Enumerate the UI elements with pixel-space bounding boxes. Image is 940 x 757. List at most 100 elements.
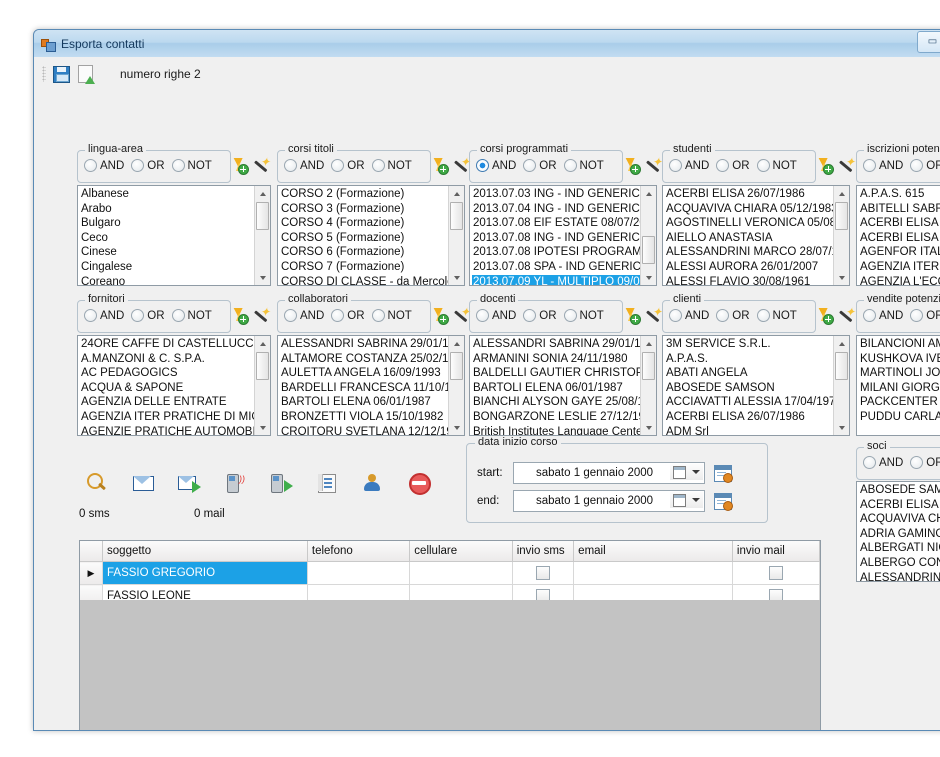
radio-and[interactable] bbox=[669, 309, 682, 322]
scrollbar-vertical[interactable] bbox=[254, 186, 270, 285]
table-row[interactable]: ▶ FASSIO GREGORIO bbox=[80, 561, 821, 585]
filter-mode-radios[interactable]: AND OR NOT bbox=[863, 456, 940, 469]
date-start-dropdown[interactable] bbox=[670, 464, 703, 480]
new-document-button[interactable] bbox=[74, 63, 96, 85]
list-item[interactable]: 2013.07.08 IPOTESI PROGRAMM bbox=[472, 245, 641, 260]
radio-or[interactable] bbox=[716, 159, 730, 172]
list-item[interactable]: BARTOLI ELENA 06/01/1987 bbox=[472, 381, 641, 396]
scroll-down-icon[interactable] bbox=[255, 270, 270, 285]
radio-not[interactable] bbox=[171, 309, 185, 322]
scrollbar-vertical[interactable] bbox=[833, 186, 849, 285]
date-end-picker[interactable]: sabato 1 gennaio 2000 bbox=[513, 490, 705, 512]
search-icon[interactable] bbox=[86, 472, 108, 494]
list-item[interactable]: Coreano bbox=[80, 275, 255, 285]
scrollbar-thumb[interactable] bbox=[256, 352, 269, 380]
list-item[interactable]: Ceco bbox=[80, 231, 255, 246]
cell-invio-sms[interactable] bbox=[512, 561, 575, 585]
list-item[interactable]: AGENFOR ITALIA 670 bbox=[859, 245, 940, 260]
list-item[interactable]: ACQUAVIVA CHIARA 0 bbox=[859, 512, 940, 527]
list-item[interactable]: CORSO 4 (Formazione) bbox=[280, 216, 449, 231]
date-start-picker[interactable]: sabato 1 gennaio 2000 bbox=[513, 462, 705, 484]
column-header-invio-sms[interactable]: invio sms bbox=[512, 541, 575, 562]
listbox-items[interactable]: 24ORE CAFFE DI CASTELLUCCI I A.MANZONI &… bbox=[78, 336, 255, 435]
date-end-dropdown[interactable] bbox=[670, 492, 703, 508]
list-item[interactable]: 2013.07.04 ING - IND GENERICO bbox=[472, 202, 641, 217]
list-item[interactable]: MILANI GIORGIA 5 09/ bbox=[859, 381, 940, 396]
list-item[interactable]: CROITORU SVETLANA 12/12/19 bbox=[280, 425, 449, 435]
deny-icon[interactable] bbox=[408, 472, 431, 495]
filter-tools-corsi-programmati[interactable]: ✦ bbox=[624, 156, 662, 175]
list-item[interactable]: 24ORE CAFFE DI CASTELLUCCI I bbox=[80, 337, 255, 352]
radio-not[interactable] bbox=[756, 159, 770, 172]
date-end-calendar-button[interactable] bbox=[714, 492, 733, 511]
wand-icon[interactable]: ✦ bbox=[254, 156, 270, 174]
filter-tools-lingua-area[interactable]: ✦ bbox=[232, 156, 270, 175]
scrollbar-vertical[interactable] bbox=[640, 186, 656, 285]
list-item[interactable]: ACERBI ELISA 26/07/1986 bbox=[665, 187, 834, 202]
checkbox-invio-mail[interactable] bbox=[768, 566, 783, 580]
list-item[interactable]: BONGARZONE LESLIE 27/12/19 bbox=[472, 410, 641, 425]
column-header-telefono[interactable]: telefono bbox=[307, 541, 411, 562]
radio-or[interactable] bbox=[910, 309, 924, 322]
list-item[interactable]: 2013.07.03 ING - IND GENERICO bbox=[472, 187, 641, 202]
list-item[interactable]: CORSO 6 (Formazione) bbox=[280, 245, 449, 260]
list-item[interactable]: 3M SERVICE S.R.L. bbox=[665, 337, 834, 352]
checkbox-invio-sms[interactable] bbox=[535, 566, 550, 580]
listbox-fornitori[interactable]: 24ORE CAFFE DI CASTELLUCCI I A.MANZONI &… bbox=[77, 335, 271, 436]
filter-mode-radios[interactable]: AND OR NOT bbox=[84, 159, 216, 172]
radio-not[interactable] bbox=[563, 309, 577, 322]
list-item[interactable]: AGENZIA DELLE ENTRATE bbox=[80, 395, 255, 410]
list-item[interactable]: British Institutes Language Center bbox=[472, 425, 641, 435]
radio-not[interactable] bbox=[371, 159, 385, 172]
filter-mode-radios[interactable]: AND OR NOT bbox=[476, 309, 608, 322]
list-item[interactable]: A.P.A.S. bbox=[665, 352, 834, 367]
scroll-up-icon[interactable] bbox=[834, 336, 849, 351]
scrollbar-thumb[interactable] bbox=[256, 202, 269, 230]
phone-sms-icon[interactable]: )) bbox=[224, 472, 246, 494]
listbox-corsi-programmati[interactable]: 2013.07.03 ING - IND GENERICO 2013.07.04… bbox=[469, 185, 657, 286]
list-item[interactable]: MARTINOLI JOSE 2 23 bbox=[859, 366, 940, 381]
radio-not[interactable] bbox=[171, 159, 185, 172]
list-item[interactable]: ALESSANDRI SABRINA 29/01/19 bbox=[472, 337, 641, 352]
cell-soggetto[interactable]: FASSIO GREGORIO bbox=[102, 561, 308, 585]
cell-cellulare[interactable] bbox=[409, 561, 513, 585]
wand-icon[interactable]: ✦ bbox=[454, 156, 470, 174]
list-item[interactable]: CORSO 3 (Formazione) bbox=[280, 202, 449, 217]
list-item[interactable]: ACQUA & SAPONE bbox=[80, 381, 255, 396]
scroll-up-icon[interactable] bbox=[255, 336, 270, 351]
list-item[interactable]: ACCIAVATTI ALESSIA 17/04/197 bbox=[665, 395, 834, 410]
list-item[interactable]: ARMANINI SONIA 24/11/1980 bbox=[472, 352, 641, 367]
list-item[interactable]: ALESSANDRINI MARC bbox=[859, 571, 940, 581]
envelope-send-icon[interactable] bbox=[178, 472, 201, 494]
scrollbar-vertical[interactable] bbox=[640, 336, 656, 435]
listbox-items[interactable]: 3M SERVICE S.R.L. A.P.A.S. ABATI ANGELA … bbox=[663, 336, 834, 435]
list-item[interactable]: AGENZIA ITER PRATICHE DI MIG bbox=[80, 410, 255, 425]
listbox-items[interactable]: ACERBI ELISA 26/07/1986 ACQUAVIVA CHIARA… bbox=[663, 186, 834, 285]
window-controls[interactable]: ▭ bbox=[917, 31, 940, 53]
scrollbar-thumb[interactable] bbox=[835, 352, 848, 380]
scroll-down-icon[interactable] bbox=[641, 420, 656, 435]
listbox-clienti[interactable]: 3M SERVICE S.R.L. A.P.A.S. ABATI ANGELA … bbox=[662, 335, 850, 436]
list-item[interactable]: AGENZIA L'ECONOMIC bbox=[859, 275, 940, 285]
filter-mode-radios[interactable]: AND OR NOT bbox=[284, 309, 416, 322]
list-item[interactable]: ALESSANDRI SABRINA 29/01/19 bbox=[280, 337, 449, 352]
list-item[interactable]: 2013.07.08 EIF ESTATE 08/07/20 bbox=[472, 216, 641, 231]
lightning-add-icon[interactable] bbox=[817, 158, 834, 175]
scrollbar-thumb[interactable] bbox=[835, 202, 848, 230]
list-item[interactable]: ACERBI ELISA 26/07/1986 bbox=[665, 410, 834, 425]
listbox-items[interactable]: BILANCIONI AMBRA 3 KUSHKOVA IVETTA 6 MAR… bbox=[857, 336, 940, 435]
list-item[interactable]: 2013.07.08 SPA - IND GENERICO bbox=[472, 260, 641, 275]
scrollbar-vertical[interactable] bbox=[448, 336, 464, 435]
list-item[interactable]: CORSO 7 (Formazione) bbox=[280, 260, 449, 275]
lightning-add-icon[interactable] bbox=[817, 308, 834, 325]
lightning-add-icon[interactable] bbox=[432, 158, 449, 175]
radio-and[interactable] bbox=[863, 309, 876, 322]
list-item[interactable]: Bulgaro bbox=[80, 216, 255, 231]
listbox-items[interactable]: ALESSANDRI SABRINA 29/01/19 ARMANINI SON… bbox=[470, 336, 641, 435]
list-item[interactable]: KUSHKOVA IVETTA 6 bbox=[859, 352, 940, 367]
listbox-items[interactable]: CORSO 2 (Formazione) CORSO 3 (Formazione… bbox=[278, 186, 449, 285]
list-item[interactable]: ABOSEDE SAMSON bbox=[665, 381, 834, 396]
radio-or[interactable] bbox=[131, 309, 145, 322]
list-item[interactable]: 2013.07.08 ING - IND GENERICO bbox=[472, 231, 641, 246]
list-item[interactable]: Albanese bbox=[80, 187, 255, 202]
